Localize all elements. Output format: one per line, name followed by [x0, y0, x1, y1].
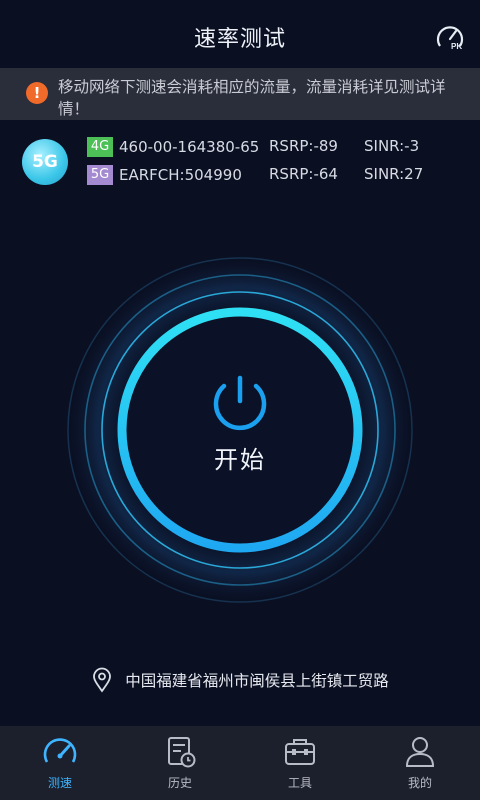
bottom-tab-bar: 测速 历史 工具 我的: [0, 726, 480, 800]
location-pin-icon: [93, 667, 112, 693]
tab-label: 测速: [47, 776, 72, 790]
earfcn-value: EARFCH:504990: [119, 166, 242, 184]
traffic-notice: ! 移动网络下测速会消耗相应的流量，流量消耗详见测试详情！: [0, 68, 480, 120]
network-row-4g: 4G 460-00-164380-65 RSRP:-89 SINR:-3: [87, 137, 419, 159]
tab-mine[interactable]: 我的: [360, 726, 480, 800]
pk-speedometer-icon[interactable]: PK: [434, 22, 466, 54]
tab-tools[interactable]: 工具: [240, 726, 360, 800]
tab-speed-test[interactable]: 测速: [0, 726, 120, 800]
location-text: 中国福建省福州市闽侯县上街镇工贸路: [125, 672, 389, 690]
tab-history[interactable]: 历史: [120, 726, 240, 800]
sinr-value: SINR:27: [364, 165, 424, 183]
rsrp-value: RSRP:-64: [269, 165, 338, 183]
header: 速率测试 PK: [0, 0, 480, 74]
network-info: 5G 4G 460-00-164380-65 RSRP:-89 SINR:-3 5…: [0, 134, 480, 194]
warning-icon: !: [26, 82, 48, 104]
svg-text:PK: PK: [451, 42, 462, 51]
network-5g-badge: 5G: [22, 139, 68, 185]
location-bar: 中国福建省福州市闽侯县上街镇工贸路: [0, 664, 480, 696]
user-icon: [405, 737, 435, 767]
network-tag-4g: 4G: [87, 137, 113, 157]
network-row-5g: 5G EARFCH:504990 RSRP:-64 SINR:27: [87, 165, 423, 187]
notice-text: 移动网络下测速会消耗相应的流量，流量消耗详见测试详情！: [58, 78, 446, 118]
history-icon: [168, 737, 196, 768]
page-title: 速率测试: [193, 27, 286, 52]
start-test-button[interactable]: [60, 250, 420, 610]
tab-label: 工具: [287, 776, 312, 790]
network-tag-5g: 5G: [87, 165, 113, 185]
toolbox-icon: [285, 739, 315, 765]
cell-id: 460-00-164380-65: [119, 138, 260, 156]
rsrp-value: RSRP:-89: [269, 137, 338, 155]
sinr-value: SINR:-3: [364, 137, 420, 155]
speedometer-icon: [43, 738, 77, 763]
tab-label: 历史: [167, 776, 192, 790]
start-label[interactable]: 开始: [190, 440, 290, 475]
tab-label: 我的: [407, 776, 432, 790]
